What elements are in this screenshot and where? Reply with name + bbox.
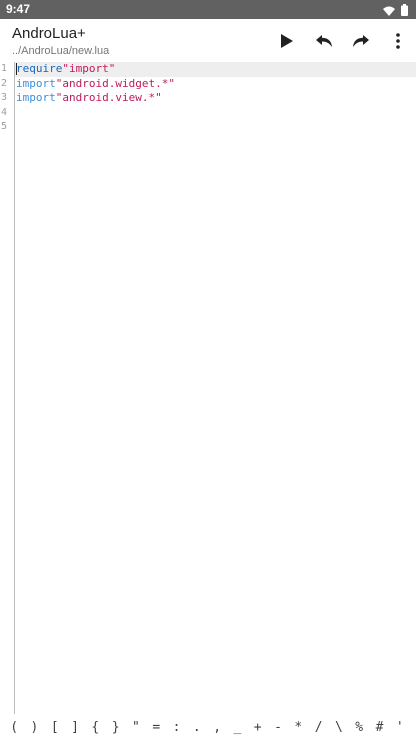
line-number: 1: [1, 63, 8, 74]
code-line[interactable]: import"android.view.*": [15, 91, 416, 106]
redo-icon: [352, 34, 369, 47]
line-number: 4: [1, 106, 8, 118]
code-line[interactable]: [15, 106, 416, 121]
code-keyword: require: [16, 62, 63, 75]
symbol-key[interactable]: %: [349, 720, 369, 735]
play-icon: [280, 33, 293, 48]
symbol-key[interactable]: *: [288, 720, 308, 735]
symbol-key[interactable]: }: [105, 720, 125, 735]
app-title: AndroLua+: [12, 25, 86, 42]
code-string: "android.view.*": [55, 91, 162, 104]
file-path: ../AndroLua/new.lua: [12, 45, 110, 57]
code-string: "import": [62, 62, 116, 75]
symbol-key[interactable]: :: [166, 720, 186, 735]
symbol-bar: ( ) [ ] { } " = : . , _ + - * / \ % # ': [0, 714, 416, 740]
line-number-gutter: 1 2 3 4 5: [0, 62, 15, 714]
line-number: 2: [1, 77, 8, 89]
line-number: 3: [1, 92, 8, 103]
symbol-key[interactable]: +: [248, 720, 268, 735]
line-number: 5: [1, 121, 8, 132]
undo-icon: [315, 34, 332, 47]
symbol-key[interactable]: =: [146, 720, 166, 735]
code-keyword: import: [16, 91, 56, 104]
symbol-key[interactable]: .: [187, 720, 207, 735]
code-line[interactable]: [15, 120, 416, 135]
symbol-key[interactable]: /: [308, 720, 328, 735]
code-line[interactable]: require"import": [15, 62, 416, 77]
status-time: 9:47: [6, 2, 31, 16]
symbol-key[interactable]: ': [390, 720, 410, 735]
symbol-key[interactable]: ): [24, 720, 44, 735]
symbol-key[interactable]: {: [85, 720, 105, 735]
symbol-key[interactable]: ]: [65, 720, 85, 735]
code-keyword: import: [16, 76, 56, 90]
undo-button[interactable]: [305, 19, 342, 62]
more-options-button[interactable]: [379, 19, 416, 62]
status-bar: 9:47: [0, 0, 416, 19]
symbol-key[interactable]: ,: [207, 720, 227, 735]
run-button[interactable]: [268, 19, 305, 62]
toolbar-actions: [268, 19, 416, 62]
more-vert-icon: [395, 32, 400, 49]
symbol-key[interactable]: (: [4, 720, 24, 735]
code-string: "android.widget.*": [55, 76, 175, 90]
code-line[interactable]: import"android.widget.*": [15, 77, 416, 92]
symbol-key[interactable]: \: [329, 720, 349, 735]
app-bar: AndroLua+ ../AndroLua/new.lua: [0, 19, 416, 62]
code-editor[interactable]: 1 2 3 4 5 require"import" import"android…: [0, 62, 416, 714]
symbol-key[interactable]: #: [369, 720, 389, 735]
redo-button[interactable]: [342, 19, 379, 62]
symbol-key[interactable]: _: [227, 720, 247, 735]
symbol-key[interactable]: ": [126, 720, 146, 735]
symbol-key[interactable]: [: [45, 720, 65, 735]
code-area[interactable]: require"import" import"android.widget.*"…: [15, 62, 416, 135]
symbol-key[interactable]: -: [268, 720, 288, 735]
